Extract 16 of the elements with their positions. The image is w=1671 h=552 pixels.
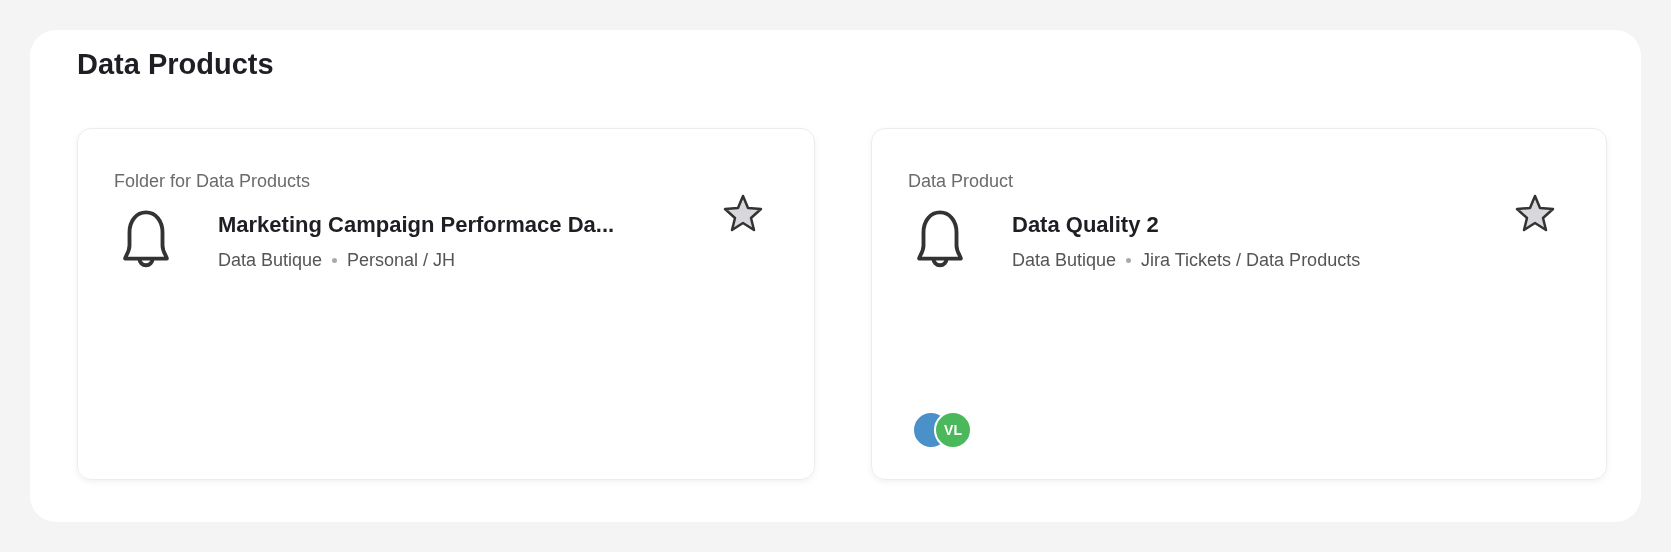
star-icon[interactable] (722, 193, 764, 233)
card-type-label: Folder for Data Products (114, 171, 312, 192)
data-product-card[interactable]: Folder for Data Products Marketing Campaign Performace Da... Data Butique Personal / JH (77, 128, 815, 480)
separator-dot (1126, 258, 1132, 263)
path-label: Personal / JH (347, 250, 456, 271)
card-title: Data Quality 2 (1012, 212, 1160, 238)
separator-dot (332, 258, 338, 263)
source-label: Data Butique (218, 250, 323, 271)
avatar: VL (934, 411, 972, 449)
card-type-label: Data Product (908, 171, 1015, 192)
path-label: Jira Tickets / Data Products (1141, 250, 1361, 271)
star-icon[interactable] (1514, 193, 1556, 233)
data-product-card[interactable]: Data Product Data Quality 2 Data Butique Jira Tickets / Data Products VL (871, 128, 1607, 480)
card-title: Marketing Campaign Performace Da... (218, 212, 615, 238)
section-title: Data Products (77, 48, 275, 81)
source-label: Data Butique (1012, 250, 1117, 271)
